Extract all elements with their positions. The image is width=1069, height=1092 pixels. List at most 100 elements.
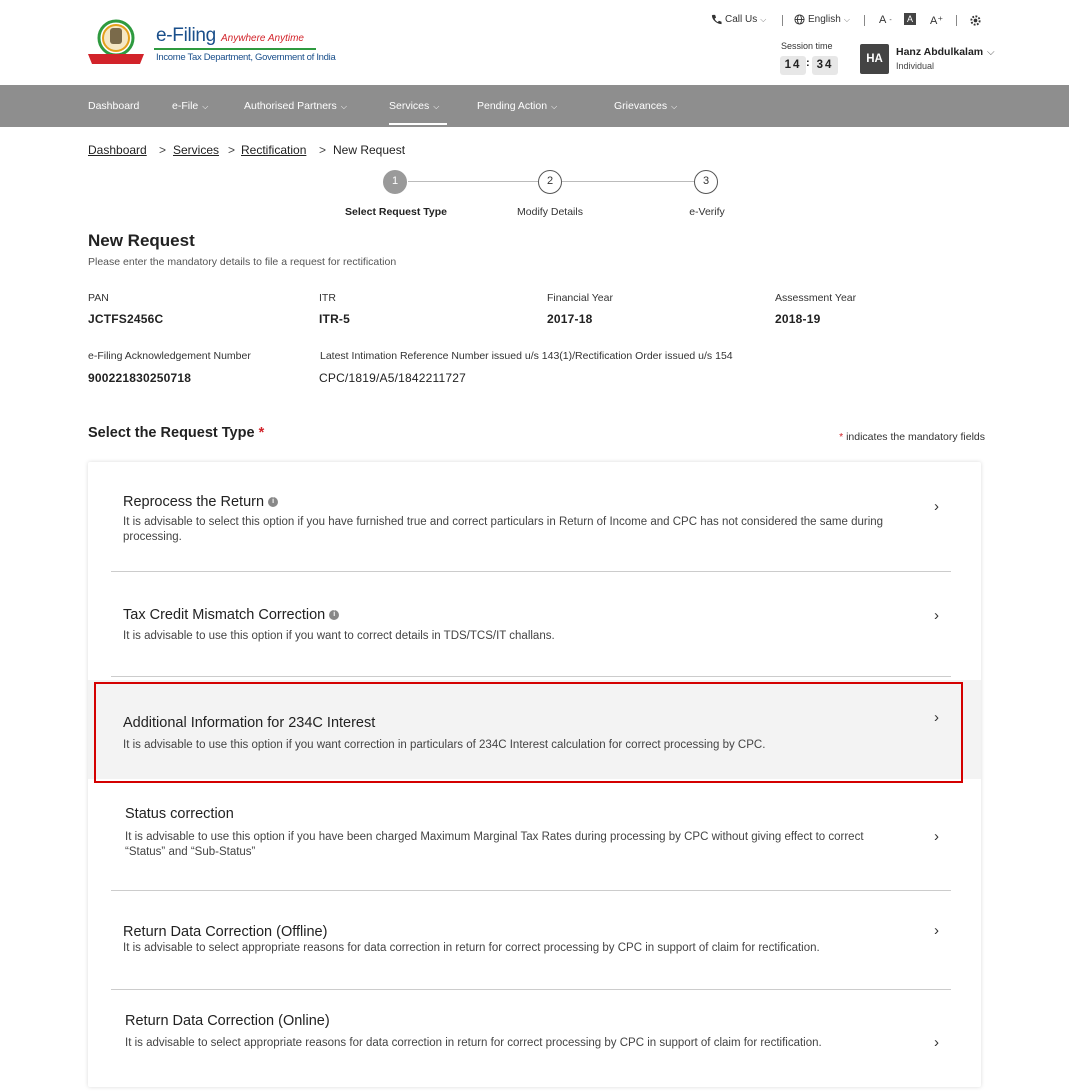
breadcrumb-separator: >	[319, 143, 327, 157]
breadcrumb-separator: >	[228, 143, 236, 157]
call-us-label: Call Us	[725, 14, 758, 25]
brand-divider	[154, 48, 316, 50]
nav-item-grievances[interactable]: Grievances ⌵	[614, 85, 677, 127]
font-normal-button[interactable]: A	[904, 13, 916, 25]
chevron-down-icon: ⌵	[433, 102, 440, 111]
chevron-right-icon[interactable]: ›	[934, 607, 939, 624]
required-marker: *	[258, 425, 265, 441]
option-title-text: Tax Credit Mismatch Correction	[123, 607, 326, 623]
option-title: Additional Information for 234C Interest	[123, 715, 375, 731]
option-description: It is advisable to use this option if yo…	[123, 630, 555, 642]
chevron-down-icon: ⌵	[760, 14, 767, 24]
nav-item-efile[interactable]: e-File ⌵	[172, 85, 208, 127]
nav-label: Services	[389, 100, 430, 112]
assessment-year-value: 2018-19	[775, 312, 821, 326]
chevron-down-icon: ⌵	[202, 102, 209, 111]
section-title-text: Select the Request Type	[88, 425, 255, 441]
font-decrease-icon: A	[879, 14, 887, 26]
globe-icon	[794, 14, 805, 25]
breadcrumb-services[interactable]: Services	[173, 143, 219, 157]
brand-subtitle: Income Tax Department, Government of Ind…	[156, 52, 336, 63]
avatar[interactable]: HA	[860, 44, 889, 74]
page-subtitle: Please enter the mandatory details to fi…	[88, 256, 397, 268]
nav-label: Dashboard	[88, 100, 140, 112]
user-type: Individual	[896, 61, 935, 71]
option-divider	[111, 676, 951, 677]
user-name[interactable]: Hanz Abdulkalam	[896, 46, 983, 58]
utility-divider	[782, 15, 783, 26]
breadcrumb-dashboard[interactable]: Dashboard	[88, 143, 147, 157]
option-title: Return Data Correction (Offline)	[123, 924, 327, 940]
nav-label: e-File	[172, 100, 199, 112]
section-title: Select the Request Type *	[88, 425, 264, 441]
nav-item-services[interactable]: Services ⌵	[389, 85, 439, 127]
option-title-text: Return Data Correction (Offline)	[123, 924, 328, 940]
chevron-down-icon: ⌵	[671, 102, 678, 111]
emblem-logo-icon[interactable]	[86, 18, 146, 66]
breadcrumb-rectification[interactable]: Rectification	[241, 143, 306, 157]
option-status-correction[interactable]: Status correction It is advisable to use…	[88, 782, 981, 890]
option-tax-credit-mismatch[interactable]: Tax Credit Mismatch Correction i It is ad…	[88, 572, 981, 677]
language-selector[interactable]: English ⌵	[794, 14, 850, 25]
session-seconds: 34	[812, 56, 838, 75]
option-description: It is advisable to select this option if…	[123, 516, 884, 543]
chevron-down-icon: ⌵	[340, 102, 347, 111]
financial-year-label: Financial Year	[547, 292, 613, 304]
pan-label: PAN	[88, 292, 109, 304]
pan-value: JCTFS2456C	[88, 312, 164, 326]
chevron-down-icon: ⌵	[843, 14, 850, 24]
option-return-data-online[interactable]: Return Data Correction (Online) It is ad…	[88, 990, 981, 1087]
nav-label: Authorised Partners	[244, 100, 337, 112]
step-3-label: e-Verify	[689, 206, 725, 218]
option-description: It is advisable to select appropriate re…	[123, 942, 820, 954]
option-description: It is advisable to select appropriate re…	[125, 1037, 822, 1049]
brand-title: e-Filing	[156, 25, 216, 46]
ack-number-label: e-Filing Acknowledgement Number	[88, 350, 251, 362]
option-description: It is advisable to use this option if yo…	[125, 831, 864, 858]
nav-active-indicator	[389, 123, 447, 125]
nav-item-authorised-partners[interactable]: Authorised Partners ⌵	[244, 85, 347, 127]
financial-year-value: 2017-18	[547, 312, 593, 326]
call-us-button[interactable]: Call Us ⌵	[711, 14, 766, 25]
nav-item-dashboard[interactable]: Dashboard	[88, 85, 139, 127]
option-title: Reprocess the Return i	[123, 494, 279, 510]
font-normal-icon: A	[906, 14, 913, 24]
nav-label: Pending Action	[477, 100, 548, 112]
font-increase-button[interactable]: A⁺	[930, 14, 943, 27]
utility-divider	[864, 15, 865, 26]
nav-label: Grievances	[614, 100, 668, 112]
itr-label: ITR	[319, 292, 336, 304]
step-2-label: Modify Details	[517, 206, 583, 218]
option-title-text: Additional Information for 234C Interest	[123, 715, 376, 731]
option-234c-interest[interactable]: Additional Information for 234C Interest…	[88, 680, 981, 779]
step-connector	[408, 181, 538, 182]
nav-item-pending-action[interactable]: Pending Action ⌵	[477, 85, 557, 127]
font-decrease-button[interactable]: A-	[879, 14, 892, 26]
option-description: It is advisable to use this option if yo…	[123, 739, 766, 751]
option-title-text: Reprocess the Return	[123, 494, 265, 510]
settings-gear-icon[interactable]	[969, 14, 982, 27]
request-type-list: Reprocess the Return i It is advisable to…	[88, 462, 981, 1087]
step-1-circle: 1	[383, 170, 407, 194]
option-reprocess-return[interactable]: Reprocess the Return i It is advisable to…	[88, 472, 981, 572]
chevron-down-icon[interactable]: ⌵	[987, 47, 995, 58]
chevron-right-icon[interactable]: ›	[934, 1034, 939, 1051]
intimation-value: CPC/1819/A5/1842211727	[319, 371, 466, 385]
chevron-down-icon: ⌵	[551, 102, 558, 111]
page-title: New Request	[88, 231, 195, 250]
ack-number-value: 900221830250718	[88, 371, 192, 385]
option-title: Return Data Correction (Online)	[125, 1013, 330, 1029]
brand-tagline: Anywhere Anytime	[221, 33, 304, 44]
chevron-right-icon[interactable]: ›	[934, 828, 939, 845]
breadcrumb-separator: >	[159, 143, 167, 157]
option-return-data-offline[interactable]: Return Data Correction (Offline) It is a…	[88, 891, 981, 989]
chevron-right-icon[interactable]: ›	[934, 922, 939, 939]
phone-icon	[711, 14, 722, 25]
info-icon[interactable]: i	[268, 497, 279, 507]
chevron-right-icon[interactable]: ›	[934, 709, 939, 726]
option-title: Status correction	[125, 806, 234, 822]
option-title: Tax Credit Mismatch Correction i	[123, 607, 340, 623]
info-icon[interactable]: i	[329, 610, 340, 620]
chevron-right-icon[interactable]: ›	[934, 498, 939, 515]
session-colon: :	[806, 57, 810, 69]
